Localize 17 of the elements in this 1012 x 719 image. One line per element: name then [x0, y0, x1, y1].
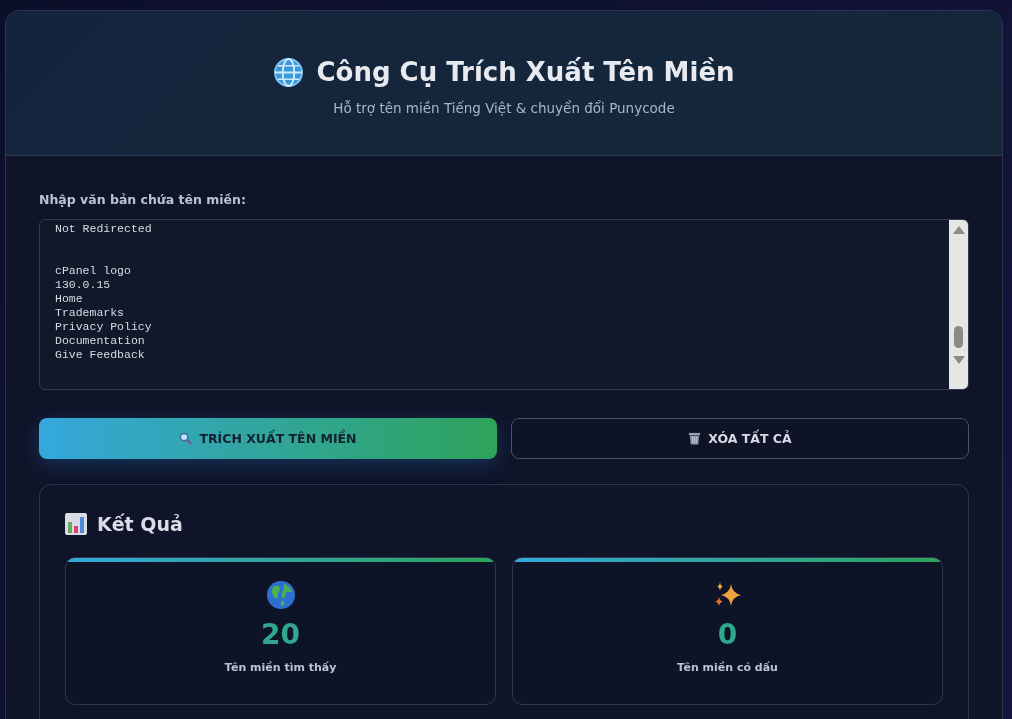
- clear-button[interactable]: XÓA TẤT CẢ: [511, 418, 969, 459]
- search-icon: [179, 432, 193, 445]
- globe-icon: [273, 56, 305, 88]
- earth-icon: [265, 580, 296, 610]
- app-subtitle: Hỗ trợ tên miền Tiếng Việt & chuyển đổi Punycode: [333, 99, 675, 116]
- stat-label: Tên miền tìm thấy: [224, 661, 337, 674]
- scrollbar[interactable]: [949, 220, 968, 389]
- app-title: Công Cụ Trích Xuất Tên Miền: [316, 57, 735, 87]
- extract-button[interactable]: TRÍCH XUẤT TÊN MIỀN: [39, 418, 497, 459]
- input-label: Nhập văn bản chứa tên miền:: [39, 192, 247, 207]
- stat-label: Tên miền có dấu: [677, 661, 778, 674]
- stat-value: 0: [717, 618, 738, 651]
- results-title: Kết Quả: [97, 513, 183, 535]
- trash-icon: [688, 432, 702, 445]
- text-input-field[interactable]: Not Redirected cPanel logo 130.0.15 Home Trademarks Privacy Policy Documentation Give Feedback: [39, 219, 969, 390]
- bar-chart-icon: [65, 513, 87, 535]
- stat-value: 20: [261, 618, 300, 651]
